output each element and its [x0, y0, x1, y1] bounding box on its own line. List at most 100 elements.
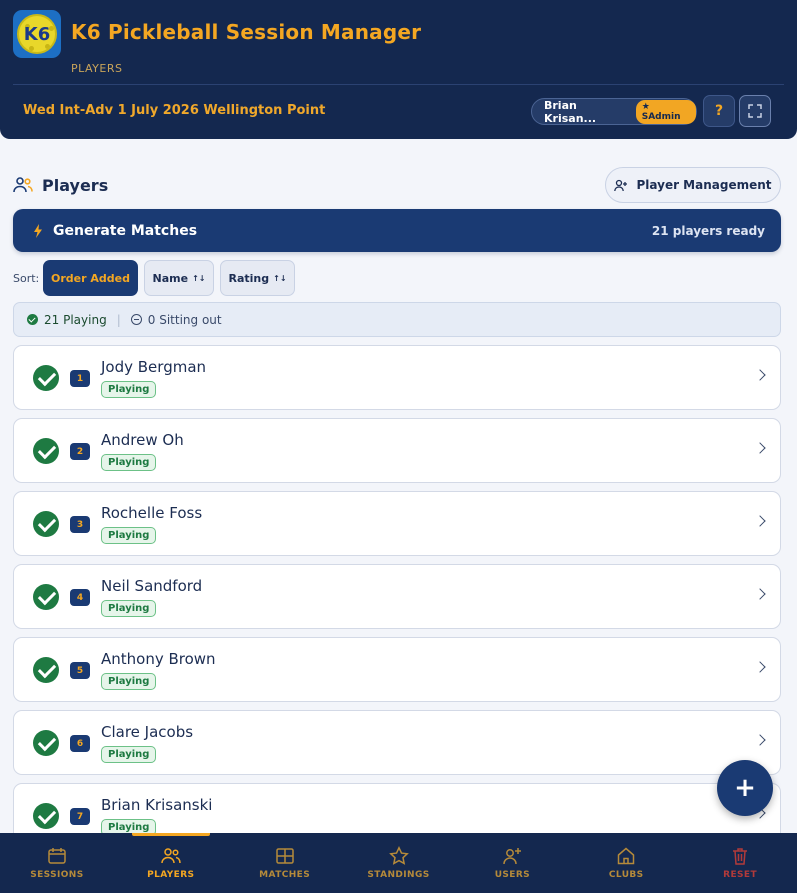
- playing-toggle-icon[interactable]: [33, 365, 59, 391]
- fullscreen-button[interactable]: [739, 95, 771, 127]
- nav-label: CLUBS: [608, 870, 644, 880]
- nav-label: PLAYERS: [147, 870, 195, 880]
- player-card[interactable]: 6 Clare Jacobs Playing: [13, 710, 781, 775]
- calendar-icon: [48, 848, 66, 864]
- playing-toggle-icon[interactable]: [33, 584, 59, 610]
- nav-clubs[interactable]: CLUBS: [569, 833, 683, 893]
- nav-players[interactable]: PLAYERS: [114, 833, 228, 893]
- trash-icon: [733, 848, 748, 865]
- player-number: 7: [70, 808, 90, 825]
- sort-name-button[interactable]: Name ↑↓: [144, 260, 214, 296]
- nav-sessions[interactable]: SESSIONS: [0, 833, 114, 893]
- pickleball-logo-icon: K6: [17, 14, 57, 54]
- app-title: K6 Pickleball Session Manager: [71, 20, 422, 44]
- sitting-label: Sitting out: [159, 312, 222, 327]
- user-plus-icon: [614, 179, 628, 191]
- sort-arrows-icon: ↑↓: [273, 273, 287, 283]
- player-card[interactable]: 2 Andrew Oh Playing: [13, 418, 781, 483]
- player-status-badge: Playing: [101, 746, 157, 763]
- plus-icon: +: [734, 773, 756, 803]
- generate-matches-label: Generate Matches: [53, 222, 198, 239]
- people-icon: [161, 848, 181, 864]
- sort-rating-label: Rating: [228, 271, 270, 285]
- user-name: Brian Krisan...: [544, 98, 597, 125]
- player-number: 2: [70, 443, 90, 460]
- player-status-badge: Playing: [101, 381, 157, 398]
- user-pill[interactable]: Brian Krisan... ★ SAdmin: [531, 98, 697, 125]
- session-name[interactable]: Wed Int-Adv 1 July 2026 Wellington Point: [23, 103, 325, 118]
- chevron-right-icon: [754, 661, 766, 673]
- app-header: K6 K6 Pickleball Session Manager PLAYERS…: [0, 0, 797, 139]
- add-player-fab[interactable]: +: [717, 760, 773, 816]
- player-management-button[interactable]: Player Management: [605, 167, 781, 203]
- player-card[interactable]: 1 Jody Bergman Playing: [13, 345, 781, 410]
- nav-label: RESET: [723, 870, 758, 880]
- player-status-badge: Playing: [101, 454, 157, 471]
- playing-toggle-icon[interactable]: [33, 730, 59, 756]
- playing-toggle-icon[interactable]: [33, 438, 59, 464]
- player-name: Clare Jacobs: [101, 723, 194, 741]
- chevron-right-icon: [754, 588, 766, 600]
- nav-standings[interactable]: STANDINGS: [342, 833, 456, 893]
- chevron-right-icon: [754, 369, 766, 381]
- lightning-icon: [34, 223, 42, 238]
- nav-label: MATCHES: [259, 870, 311, 880]
- nav-label: STANDINGS: [367, 870, 430, 880]
- player-status-badge: Playing: [101, 819, 157, 833]
- players-section-title: Players: [42, 176, 109, 195]
- player-name: Neil Sandford: [101, 577, 203, 595]
- sitting-out-icon: [130, 314, 142, 325]
- player-number: 4: [70, 589, 90, 606]
- player-number: 5: [70, 662, 90, 679]
- sort-arrows-icon: ↑↓: [192, 273, 206, 283]
- role-badge: ★ SAdmin: [635, 99, 696, 124]
- player-number: 1: [70, 370, 90, 387]
- players-ready-count: 21 players ready: [651, 223, 765, 238]
- player-card[interactable]: 5 Anthony Brown Playing: [13, 637, 781, 702]
- attendance-summary: 21 Playing | 0 Sitting out: [13, 302, 781, 337]
- player-card[interactable]: 3 Rochelle Foss Playing: [13, 491, 781, 556]
- playing-toggle-icon[interactable]: [33, 657, 59, 683]
- players-section-icon: [13, 177, 33, 193]
- player-name: Jody Bergman: [101, 358, 207, 376]
- page-subtitle: PLAYERS: [71, 62, 123, 75]
- sort-label: Sort:: [13, 272, 40, 285]
- fullscreen-icon: [748, 104, 762, 118]
- sitting-count: 0: [147, 312, 156, 327]
- sort-order-added-button[interactable]: Order Added: [43, 260, 138, 296]
- app-logo: K6: [13, 10, 61, 58]
- playing-toggle-icon[interactable]: [33, 803, 59, 829]
- nav-label: SESSIONS: [30, 870, 84, 880]
- player-status-badge: Playing: [101, 600, 157, 617]
- nav-label: USERS: [494, 870, 531, 880]
- player-number: 6: [70, 735, 90, 752]
- chevron-right-icon: [754, 442, 766, 454]
- summary-separator: |: [116, 312, 121, 327]
- sort-name-label: Name: [152, 271, 189, 285]
- player-number: 3: [70, 516, 90, 533]
- sort-rating-button[interactable]: Rating ↑↓: [220, 260, 295, 296]
- nav-reset[interactable]: RESET: [683, 833, 797, 893]
- playing-label: Playing: [63, 312, 107, 327]
- player-card[interactable]: 4 Neil Sandford Playing: [13, 564, 781, 629]
- nav-matches[interactable]: MATCHES: [228, 833, 342, 893]
- star-icon: [388, 846, 409, 865]
- player-management-label: Player Management: [636, 178, 772, 192]
- player-card[interactable]: 7 Brian Krisanski Playing: [13, 783, 781, 833]
- logo-text: K6: [23, 23, 51, 45]
- playing-toggle-icon[interactable]: [33, 511, 59, 537]
- player-status-badge: Playing: [101, 527, 157, 544]
- player-name: Anthony Brown: [101, 650, 216, 668]
- grid-icon: [275, 848, 294, 864]
- playing-count: 21: [44, 312, 60, 327]
- player-name: Rochelle Foss: [101, 504, 203, 522]
- user-plus-icon: [503, 848, 522, 865]
- nav-users[interactable]: USERS: [455, 833, 569, 893]
- player-status-badge: Playing: [101, 673, 157, 690]
- playing-check-icon: [27, 314, 38, 325]
- help-button[interactable]: ?: [703, 95, 735, 127]
- player-name: Brian Krisanski: [101, 796, 213, 814]
- generate-matches-button[interactable]: Generate Matches 21 players ready: [13, 209, 781, 252]
- header-divider: [13, 84, 784, 85]
- player-list: 1 Jody Bergman Playing 2 Andrew Oh Playi…: [13, 345, 781, 833]
